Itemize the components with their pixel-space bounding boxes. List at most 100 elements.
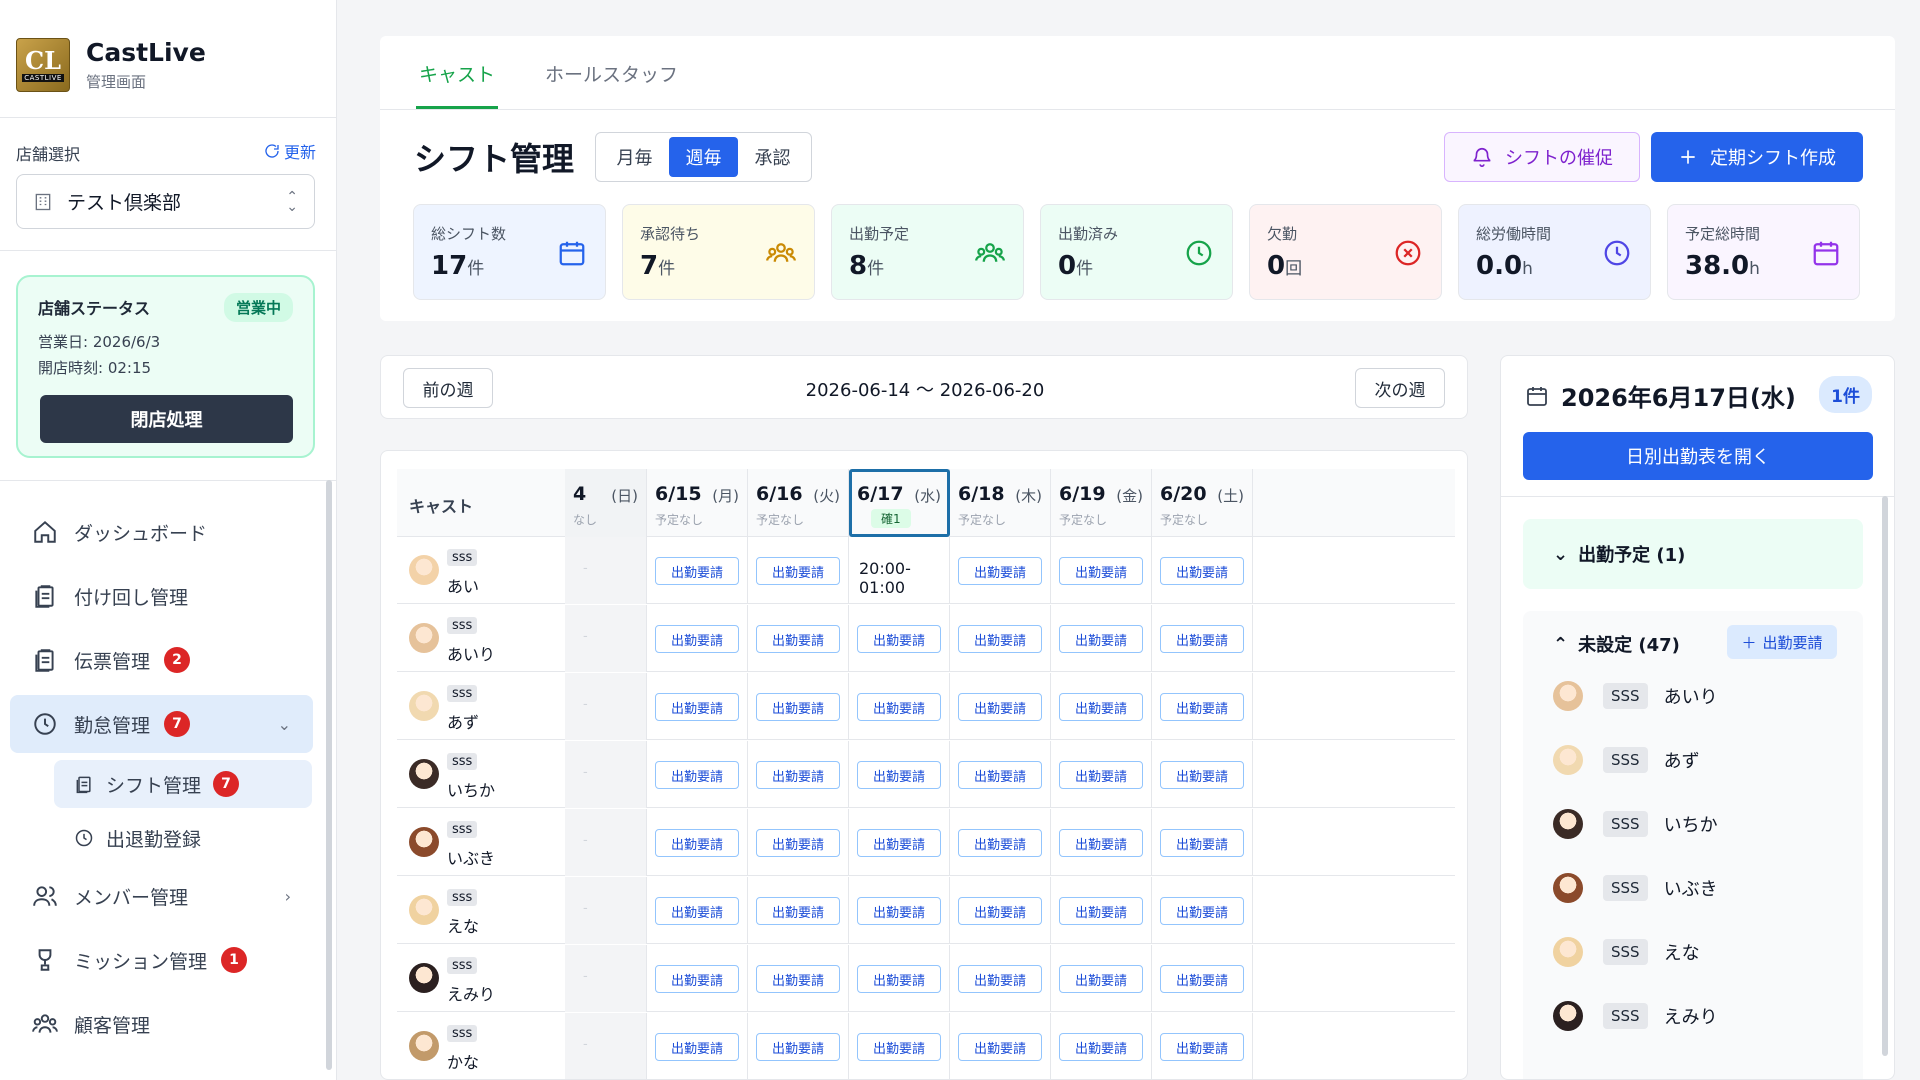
- attendance-request-button[interactable]: 出勤要請: [655, 625, 739, 653]
- sidebar-item-assign[interactable]: 付け回し管理: [10, 567, 313, 625]
- list-item[interactable]: SSS あず: [1553, 740, 1700, 780]
- attendance-request-button[interactable]: 出勤要請: [1059, 1033, 1143, 1061]
- day-header[interactable]: 6/19 (金) 予定なし: [1051, 469, 1152, 537]
- refresh-button[interactable]: 更新: [264, 139, 316, 163]
- sidebar-subitem-shift[interactable]: シフト管理 7: [54, 760, 312, 808]
- attendance-request-button[interactable]: 出勤要請: [756, 693, 840, 721]
- attendance-request-button[interactable]: 出勤要請: [857, 761, 941, 789]
- day-header[interactable]: 6/18 (木) 予定なし: [950, 469, 1051, 537]
- attendance-request-button[interactable]: 出勤要請: [756, 1033, 840, 1061]
- sidebar-item-slip[interactable]: 伝票管理 2: [10, 631, 313, 689]
- attendance-request-button[interactable]: 出勤要請: [756, 625, 840, 653]
- attendance-request-button[interactable]: 出勤要請: [1059, 693, 1143, 721]
- attendance-request-button[interactable]: 出勤要請: [756, 761, 840, 789]
- cast-name[interactable]: かな: [447, 1049, 479, 1073]
- attendance-request-button[interactable]: 出勤要請: [1059, 761, 1143, 789]
- building-icon: [35, 193, 51, 210]
- attendance-request-button[interactable]: 出勤要請: [857, 897, 941, 925]
- add-request-button[interactable]: ＋ 出勤要請: [1727, 625, 1837, 659]
- attendance-request-button[interactable]: 出勤要請: [1160, 761, 1244, 789]
- unset-section-toggle[interactable]: ⌃ 未設定 (47): [1553, 631, 1680, 657]
- attendance-request-button[interactable]: 出勤要請: [958, 965, 1042, 993]
- cast-name[interactable]: あい: [447, 573, 479, 597]
- segment-approval[interactable]: 承認: [738, 137, 807, 177]
- cast-name[interactable]: あいり: [447, 641, 495, 665]
- attendance-request-button[interactable]: 出勤要請: [1059, 625, 1143, 653]
- day-header[interactable]: 6/15 (月) 予定なし: [647, 469, 748, 537]
- attendance-request-button[interactable]: 出勤要請: [1160, 557, 1244, 585]
- attendance-request-button[interactable]: 出勤要請: [958, 761, 1042, 789]
- attendance-request-button[interactable]: 出勤要請: [1059, 829, 1143, 857]
- attendance-request-button[interactable]: 出勤要請: [655, 761, 739, 789]
- attendance-request-button[interactable]: 出勤要請: [958, 557, 1042, 585]
- tab-cast[interactable]: キャスト: [419, 60, 495, 87]
- attendance-request-button[interactable]: 出勤要請: [958, 897, 1042, 925]
- attendance-request-button[interactable]: 出勤要請: [1160, 965, 1244, 993]
- cast-name[interactable]: えな: [447, 913, 479, 937]
- attendance-request-button[interactable]: 出勤要請: [1059, 557, 1143, 585]
- attendance-request-button[interactable]: 出勤要請: [655, 1033, 739, 1061]
- store-select[interactable]: テスト倶楽部 ⌃ ⌄: [16, 174, 315, 229]
- attendance-request-button[interactable]: 出勤要請: [756, 897, 840, 925]
- list-item[interactable]: SSS いぶき: [1553, 868, 1718, 908]
- attendance-request-button[interactable]: 出勤要請: [958, 829, 1042, 857]
- day-header[interactable]: 6/16 (火) 予定なし: [748, 469, 849, 537]
- attendance-request-button[interactable]: 出勤要請: [1160, 897, 1244, 925]
- create-recurring-shift-button[interactable]: 定期シフト作成: [1651, 132, 1863, 182]
- day-header[interactable]: 6/20 (土) 予定なし: [1152, 469, 1253, 537]
- attendance-request-button[interactable]: 出勤要請: [857, 1033, 941, 1061]
- sidebar-subitem-clock[interactable]: 出退勤登録: [54, 814, 312, 862]
- segment-monthly[interactable]: 月毎: [600, 137, 669, 177]
- shift-remind-button[interactable]: シフトの催促: [1444, 132, 1640, 182]
- brand[interactable]: CL CASTLIVE CastLive 管理画面: [16, 30, 316, 100]
- open-daily-sheet-button[interactable]: 日別出勤表を開く: [1523, 432, 1873, 480]
- attendance-request-button[interactable]: 出勤要請: [958, 1033, 1042, 1061]
- attendance-request-button[interactable]: 出勤要請: [756, 829, 840, 857]
- scheduled-section-toggle[interactable]: ⌄ 出勤予定 (1): [1523, 519, 1863, 589]
- attendance-request-button[interactable]: 出勤要請: [655, 557, 739, 585]
- attendance-request-button[interactable]: 出勤要請: [857, 693, 941, 721]
- calendar-icon: [1811, 238, 1841, 268]
- attendance-request-button[interactable]: 出勤要請: [857, 829, 941, 857]
- attendance-request-button[interactable]: 出勤要請: [1160, 1033, 1244, 1061]
- list-item[interactable]: SSS あいり: [1553, 676, 1718, 716]
- sidebar-item-attendance[interactable]: 勤怠管理 7 ⌄: [10, 695, 313, 753]
- sidebar-item-mission[interactable]: ミッション管理 1: [10, 931, 313, 989]
- empty-mark: -: [583, 765, 588, 780]
- attendance-request-button[interactable]: 出勤要請: [958, 625, 1042, 653]
- attendance-request-button[interactable]: 出勤要請: [756, 557, 840, 585]
- attendance-request-button[interactable]: 出勤要請: [1160, 693, 1244, 721]
- attendance-request-button[interactable]: 出勤要請: [857, 965, 941, 993]
- close-store-button[interactable]: 閉店処理: [40, 395, 293, 443]
- tab-hall-staff[interactable]: ホールスタッフ: [545, 60, 678, 87]
- attendance-request-button[interactable]: 出勤要請: [655, 897, 739, 925]
- sidebar-item-customer[interactable]: 顧客管理: [10, 995, 313, 1053]
- day-header[interactable]: 4 (日) なし: [565, 469, 647, 537]
- attendance-request-button[interactable]: 出勤要請: [756, 965, 840, 993]
- sidebar-item-dashboard[interactable]: ダッシュボード: [10, 503, 313, 561]
- attendance-request-button[interactable]: 出勤要請: [1059, 897, 1143, 925]
- cast-name[interactable]: えみり: [447, 981, 495, 1005]
- panel-scrollbar[interactable]: [1882, 496, 1888, 1056]
- attendance-request-button[interactable]: 出勤要請: [655, 829, 739, 857]
- list-item[interactable]: SSS いちか: [1553, 804, 1718, 844]
- segment-weekly[interactable]: 週毎: [669, 137, 738, 177]
- cast-name[interactable]: いちか: [447, 777, 495, 801]
- attendance-request-button[interactable]: 出勤要請: [655, 965, 739, 993]
- shift-time[interactable]: 20:00-01:00: [859, 559, 949, 597]
- cast-name: いちか: [1663, 815, 1718, 836]
- attendance-request-button[interactable]: 出勤要請: [857, 625, 941, 653]
- attendance-request-button[interactable]: 出勤要請: [1059, 965, 1143, 993]
- day-cell: 出勤要請: [748, 741, 849, 808]
- list-item[interactable]: SSS えな: [1553, 932, 1700, 972]
- attendance-request-button[interactable]: 出勤要請: [1160, 625, 1244, 653]
- attendance-request-button[interactable]: 出勤要請: [958, 693, 1042, 721]
- attendance-request-button[interactable]: 出勤要請: [1160, 829, 1244, 857]
- attendance-request-button[interactable]: 出勤要請: [655, 693, 739, 721]
- sidebar-scrollbar[interactable]: [326, 480, 332, 1070]
- cast-name[interactable]: いぶき: [447, 845, 495, 869]
- sidebar-item-member[interactable]: メンバー管理 ›: [10, 867, 313, 925]
- cast-name[interactable]: あず: [447, 709, 479, 733]
- list-item[interactable]: SSS えみり: [1553, 996, 1718, 1036]
- next-week-button[interactable]: 次の週: [1355, 368, 1445, 408]
